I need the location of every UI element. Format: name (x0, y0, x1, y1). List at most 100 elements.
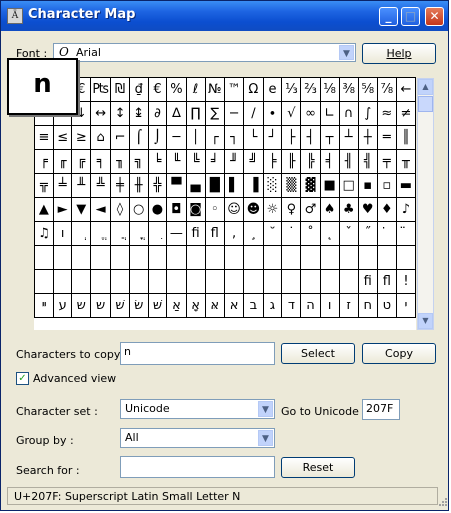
character-cell[interactable]: ╗ (128, 149, 149, 174)
character-cell[interactable]: ╧ (52, 173, 73, 198)
search-for-input[interactable] (120, 456, 275, 478)
character-cell[interactable]: ב (243, 293, 264, 318)
character-cell[interactable] (243, 245, 264, 270)
character-cell[interactable] (34, 269, 54, 294)
character-cell[interactable]: ט (376, 293, 397, 318)
character-cell[interactable]: ╒ (34, 149, 54, 174)
character-cell[interactable]: ↔ (90, 101, 112, 126)
character-cell[interactable]: ˝ (357, 221, 378, 246)
character-cell[interactable]: ¸ (243, 221, 264, 246)
character-cell[interactable]: ∑ (204, 101, 225, 126)
character-cell[interactable]: ░ (262, 173, 283, 198)
character-cell[interactable]: ♦ (376, 197, 397, 222)
character-cell[interactable]: ▲ (34, 197, 54, 222)
character-cell[interactable] (71, 245, 92, 270)
character-cell[interactable]: ˘ (262, 221, 283, 246)
character-cell[interactable]: ▼ (71, 197, 92, 222)
character-cell[interactable]: − (223, 101, 245, 126)
character-cell[interactable]: ▀ (166, 173, 187, 198)
character-cell[interactable]: ╔ (71, 149, 92, 174)
character-cell[interactable]: ֱ (90, 221, 112, 246)
character-cell[interactable]: שׁ (110, 293, 130, 318)
character-cell[interactable]: ◊ (110, 197, 130, 222)
character-cell[interactable]: ♣ (338, 197, 359, 222)
character-cell[interactable] (147, 245, 168, 270)
character-cell[interactable]: ֲ (110, 221, 130, 246)
character-cell[interactable]: ∟ (319, 101, 340, 126)
character-cell[interactable]: ∏ (185, 101, 206, 126)
character-cell[interactable]: ◄ (90, 197, 112, 222)
character-cell[interactable]: ▬ (395, 173, 417, 198)
character-cell[interactable] (281, 245, 302, 270)
character-cell[interactable] (52, 269, 73, 294)
character-cell[interactable]: ₫ (128, 77, 149, 102)
character-cell[interactable]: ╚ (185, 149, 206, 174)
character-cell[interactable] (185, 245, 206, 270)
character-cell[interactable] (128, 269, 149, 294)
character-cell[interactable]: ♂ (300, 197, 321, 222)
character-cell[interactable]: ╜ (223, 149, 245, 174)
character-cell[interactable]: , (223, 221, 245, 246)
character-cell[interactable]: █ (204, 173, 225, 198)
character-cell[interactable]: ═ (376, 125, 397, 150)
character-cell[interactable]: ≡ (34, 125, 54, 150)
character-cell[interactable]: ┐ (223, 125, 245, 150)
character-cell[interactable]: ○ (128, 197, 149, 222)
character-cell[interactable]: ̇ (376, 221, 397, 246)
help-button[interactable]: Help (362, 43, 436, 64)
character-cell[interactable]: ╣ (357, 149, 378, 174)
character-cell[interactable]: ﬁ (185, 221, 206, 246)
character-cell[interactable]: ▒ (281, 173, 302, 198)
character-cell[interactable] (128, 245, 149, 270)
character-cell[interactable]: € (147, 77, 168, 102)
copy-button[interactable]: Copy (362, 343, 436, 364)
character-cell[interactable]: ˛ (319, 221, 340, 246)
character-cell[interactable]: ˙ (281, 221, 302, 246)
character-cell[interactable]: ╛ (204, 149, 225, 174)
character-cell[interactable]: ╟ (281, 149, 302, 174)
minimize-button[interactable]: _ (379, 7, 398, 26)
character-cell[interactable]: ┌ (204, 125, 225, 150)
character-cell[interactable] (338, 245, 359, 270)
character-cell[interactable]: ☻ (243, 197, 264, 222)
character-cell[interactable]: ˚ (300, 221, 321, 246)
character-cell[interactable]: ﬁ (357, 269, 378, 294)
character-cell[interactable]: ▓ (300, 173, 321, 198)
character-cell[interactable]: ≠ (395, 101, 417, 126)
character-cell[interactable]: ! (395, 269, 417, 294)
character-cell[interactable] (262, 245, 283, 270)
character-cell[interactable]: ₧ (90, 77, 112, 102)
character-cell[interactable] (147, 269, 168, 294)
character-cell[interactable]: ╤ (376, 149, 397, 174)
character-cell[interactable]: ∆ (166, 101, 187, 126)
character-cell[interactable] (319, 245, 340, 270)
character-cell[interactable]: — (166, 221, 187, 246)
character-cell[interactable]: ☺ (223, 197, 245, 222)
character-cell[interactable]: ◦ (204, 197, 225, 222)
character-cell[interactable]: ▌ (223, 173, 245, 198)
character-cell[interactable]: └ (243, 125, 264, 150)
character-cell[interactable]: ִ (147, 221, 168, 246)
character-cell[interactable]: ה (300, 293, 321, 318)
resize-grip-icon[interactable] (438, 497, 448, 507)
character-cell[interactable]: ╠ (300, 149, 321, 174)
character-cell[interactable]: √ (281, 101, 302, 126)
character-cell[interactable]: ┼ (357, 125, 378, 150)
group-by-select[interactable]: All ▼ (120, 428, 275, 448)
character-cell[interactable]: ╝ (243, 149, 264, 174)
character-cell[interactable]: ∩ (338, 101, 359, 126)
character-cell[interactable]: ≤ (52, 125, 73, 150)
character-cell[interactable]: ⌐ (110, 125, 130, 150)
character-cell[interactable]: שׂ (128, 293, 149, 318)
font-select[interactable]: O Arial ▼ (53, 43, 356, 62)
character-cell[interactable] (204, 245, 225, 270)
chevron-down-icon[interactable]: ▼ (258, 401, 273, 417)
maximize-button[interactable]: □ (401, 7, 420, 26)
character-cell[interactable]: ╘ (147, 149, 168, 174)
character-cell[interactable]: ֳ (128, 221, 149, 246)
character-cell[interactable]: e (262, 77, 283, 102)
character-cell[interactable] (223, 245, 245, 270)
character-cell[interactable] (166, 245, 187, 270)
character-cell[interactable]: ♥ (357, 197, 378, 222)
character-cell[interactable]: ש (90, 293, 112, 318)
